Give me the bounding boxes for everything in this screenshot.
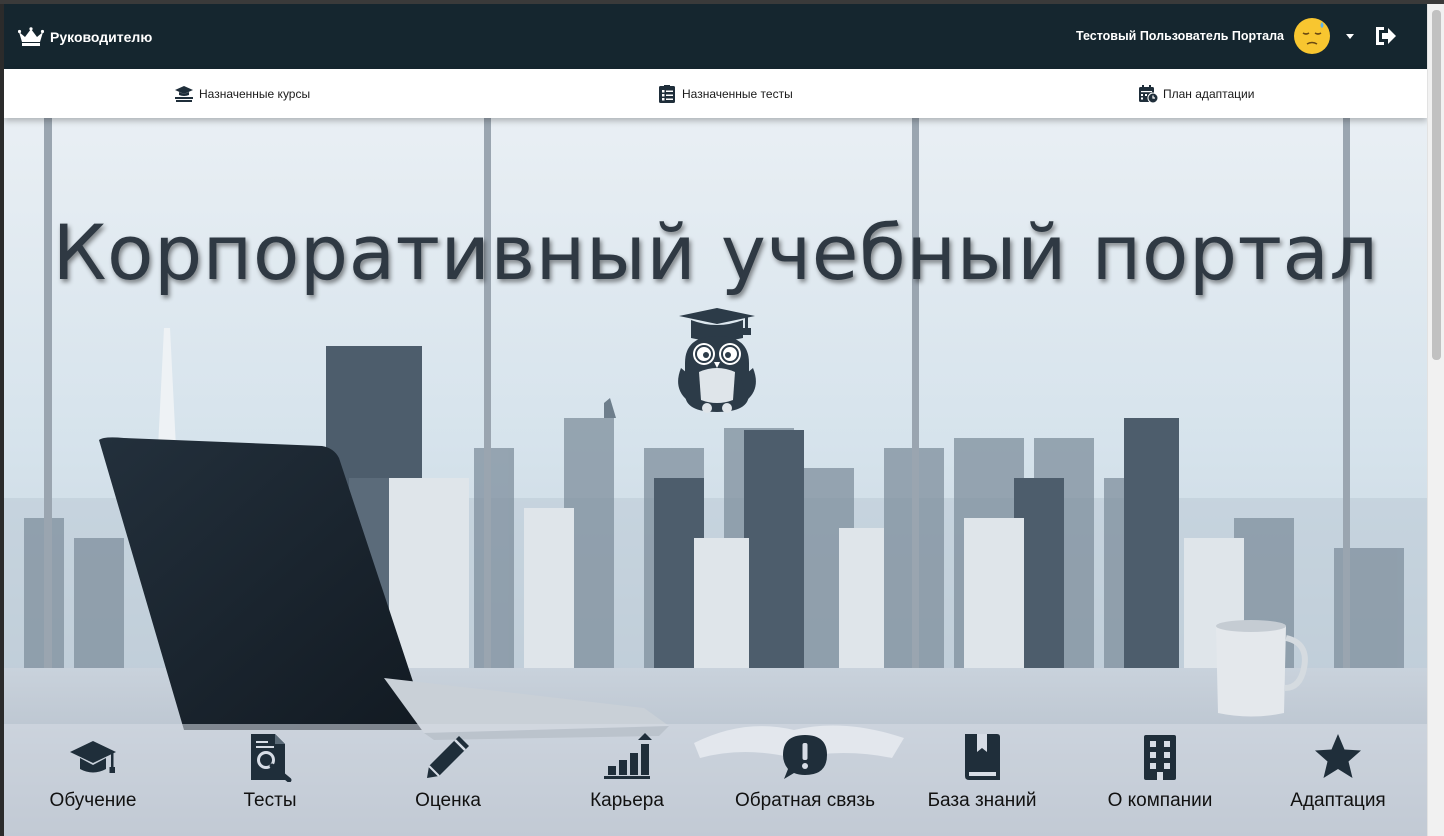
chart-growth-icon (604, 733, 652, 779)
comment-exclamation-icon (783, 735, 827, 779)
menu-item-assessment[interactable]: Оценка (361, 724, 535, 836)
book-icon (965, 734, 1000, 780)
subnav-adaptation-plan[interactable]: План адаптации (1138, 85, 1254, 103)
subnav-assigned-tests[interactable]: Назначенные тесты (657, 85, 793, 103)
brand-label: Руководителю (50, 29, 153, 45)
graduation-book-icon (175, 86, 193, 102)
page: Руководителю Тестовый Пользователь Порта… (4, 4, 1427, 836)
sub-navigation: Назначенные курсы Назначенные тесты План… (4, 69, 1427, 118)
crown-icon (18, 27, 44, 46)
scrollbar-thumb[interactable] (1432, 10, 1441, 360)
owl-graduate-icon (678, 308, 756, 413)
caret-down-icon[interactable] (1345, 31, 1355, 41)
calendar-clock-icon (1139, 85, 1158, 103)
top-navbar: Руководителю Тестовый Пользователь Порта… (4, 4, 1427, 69)
menu-item-learning[interactable]: Обучение (6, 724, 180, 836)
file-search-icon (251, 734, 292, 782)
user-menu[interactable]: Тестовый Пользователь Портала (1076, 15, 1397, 57)
subnav-label: Назначенные тесты (682, 87, 793, 101)
brand-link[interactable]: Руководителю (18, 24, 152, 50)
menu-label: Адаптация (1290, 790, 1386, 811)
star-icon (1315, 734, 1361, 778)
building-icon (1144, 735, 1176, 780)
hero-title: Корпоративный учебный портал (52, 208, 1379, 297)
hero-banner: Корпоративный учебный портал Обучение Те… (4, 118, 1427, 836)
subnav-label: Назначенные курсы (199, 87, 311, 101)
menu-item-about-company[interactable]: О компании (1073, 724, 1247, 836)
menu-item-career[interactable]: Карьера (540, 724, 714, 836)
avatar-emoji-icon[interactable] (1293, 17, 1331, 55)
subnav-assigned-courses[interactable]: Назначенные курсы (174, 85, 310, 103)
page-scrollbar[interactable] (1427, 4, 1444, 836)
subnav-label: План адаптации (1163, 87, 1255, 101)
checklist-icon (659, 85, 675, 103)
pencil-icon (427, 736, 469, 778)
menu-item-feedback[interactable]: Обратная связь (718, 724, 892, 836)
graduation-cap-icon (70, 741, 116, 773)
main-menu: Обучение Тесты Оценка Карьера Обратная с… (4, 724, 1427, 836)
user-name: Тестовый Пользователь Портала (1075, 29, 1284, 43)
menu-item-knowledge-base[interactable]: База знаний (895, 724, 1069, 836)
menu-item-tests[interactable]: Тесты (183, 724, 357, 836)
sign-out-icon[interactable] (1373, 25, 1397, 47)
menu-item-adaptation[interactable]: Адаптация (1251, 724, 1425, 836)
